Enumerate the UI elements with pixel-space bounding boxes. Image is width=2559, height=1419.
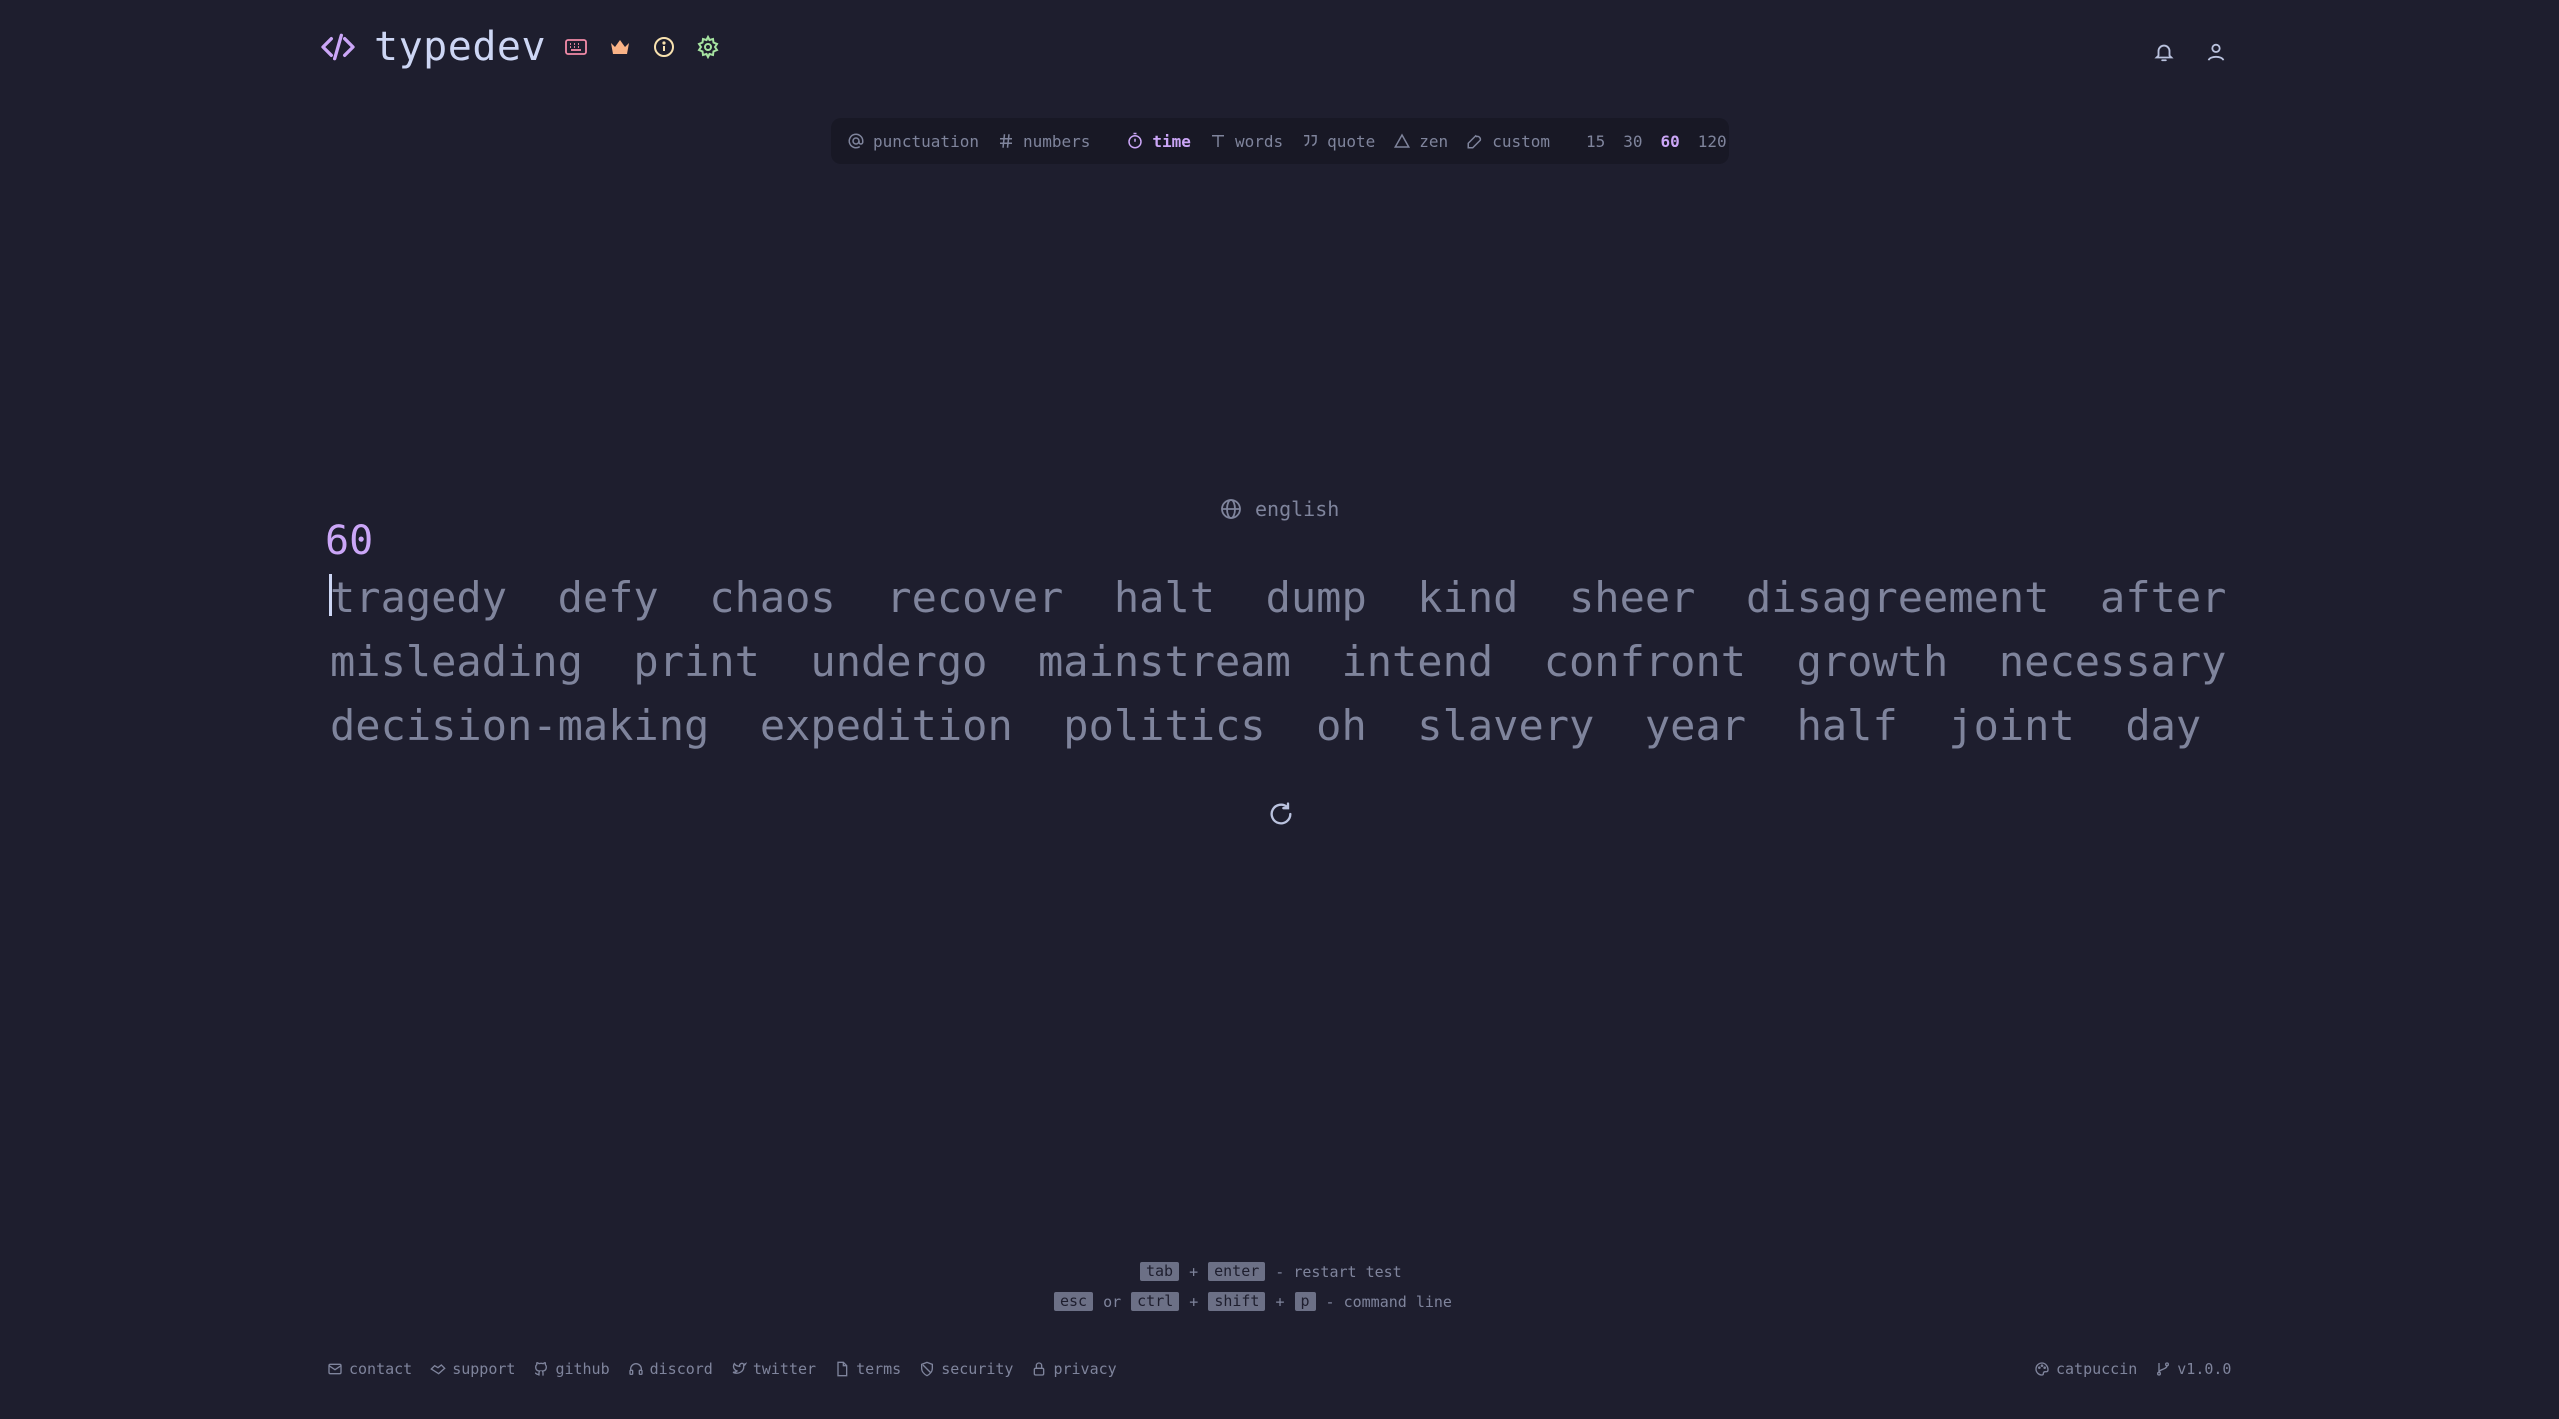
restart-hint-label: - restart test xyxy=(1275,1262,1402,1281)
footer-link-label: github xyxy=(555,1360,610,1378)
word-line: misleading print undergo mainstream inte… xyxy=(330,637,2227,686)
footer-security[interactable]: security xyxy=(919,1360,1013,1378)
mode-zen-label: zen xyxy=(1419,131,1449,151)
palette-icon xyxy=(2035,1362,2049,1376)
footer-link-label: twitter xyxy=(752,1360,817,1378)
quote-icon xyxy=(1304,135,1317,147)
numbers-label: numbers xyxy=(1022,131,1091,151)
footer-link-label: security xyxy=(941,1360,1014,1378)
duration-120[interactable]: 120 xyxy=(1698,132,1727,151)
mode-quote-label: quote xyxy=(1327,131,1376,151)
punctuation-toggle[interactable]: punctuation xyxy=(847,132,979,151)
mode-time-label: time xyxy=(1152,131,1191,151)
key-esc: esc xyxy=(1054,1292,1094,1311)
word-line: tragedy defy chaos recover halt dump kin… xyxy=(330,573,2227,622)
text-icon xyxy=(1211,135,1224,147)
footer-link-label: privacy xyxy=(1053,1360,1117,1378)
key-shift: shift xyxy=(1208,1292,1266,1311)
mode-custom[interactable]: custom xyxy=(1466,132,1550,151)
key-ctrl: ctrl xyxy=(1131,1292,1180,1311)
headset-icon xyxy=(628,1363,643,1375)
command-hint: esc or ctrl + shift + p - command line xyxy=(1054,1292,1452,1311)
duration-15[interactable]: 15 xyxy=(1586,132,1605,151)
mode-time[interactable]: time xyxy=(1126,132,1191,151)
command-hint-label: - command line xyxy=(1325,1292,1452,1311)
theme-label: catpuccin xyxy=(2056,1360,2138,1378)
language-label: english xyxy=(1255,497,1340,521)
key-tab: tab xyxy=(1140,1262,1180,1281)
footer-github[interactable]: github xyxy=(533,1360,610,1378)
footer-meta: catpuccin v1.0.0 xyxy=(2034,1360,2231,1378)
info-icon[interactable] xyxy=(650,33,678,61)
lock-icon xyxy=(1034,1362,1045,1376)
code-icon xyxy=(321,33,355,61)
restart-icon[interactable] xyxy=(1267,800,1295,828)
footer-link-label: terms xyxy=(856,1360,902,1378)
theme-button[interactable]: catpuccin xyxy=(2034,1360,2137,1378)
at-icon xyxy=(848,133,864,149)
header-actions xyxy=(2150,38,2559,66)
punctuation-label: punctuation xyxy=(873,131,979,151)
restart-hint: tab + enter - restart test xyxy=(1140,1262,1402,1281)
footer-support[interactable]: support xyxy=(430,1360,515,1378)
mode-zen[interactable]: zen xyxy=(1393,132,1448,151)
duration-30[interactable]: 30 xyxy=(1623,132,1642,151)
mode-custom-label: custom xyxy=(1492,131,1550,151)
footer-contact[interactable]: contact xyxy=(327,1360,412,1378)
word-line: decision-making expedition politics oh s… xyxy=(330,701,2202,750)
shield-icon xyxy=(921,1361,934,1377)
footer-link-label: discord xyxy=(649,1360,713,1378)
or-text: or xyxy=(1103,1292,1122,1311)
footer-terms[interactable]: terms xyxy=(834,1360,901,1378)
crown-icon[interactable] xyxy=(606,33,634,61)
globe-icon xyxy=(1221,499,1241,519)
triangle-icon xyxy=(1394,133,1411,148)
stopwatch-icon xyxy=(1128,132,1143,149)
footer-twitter[interactable]: twitter xyxy=(731,1360,816,1378)
footer-links: contact support github discord twitter t… xyxy=(327,1360,1117,1378)
timer: 60 xyxy=(325,518,374,564)
version-button[interactable]: v1.0.0 xyxy=(2155,1360,2231,1378)
mode-words-label: words xyxy=(1234,131,1284,151)
mode-words[interactable]: words xyxy=(1209,132,1283,151)
logo[interactable]: typedev xyxy=(318,24,722,70)
footer-privacy[interactable]: privacy xyxy=(1031,1360,1117,1378)
plus-text: + xyxy=(1275,1292,1285,1311)
caret xyxy=(329,574,332,616)
document-icon xyxy=(837,1361,848,1377)
github-icon xyxy=(535,1361,548,1376)
language-selector[interactable]: english xyxy=(1219,497,1339,521)
mode-quote[interactable]: quote xyxy=(1301,132,1375,151)
key-p: p xyxy=(1294,1292,1316,1311)
bell-icon[interactable] xyxy=(2150,38,2178,66)
user-icon[interactable] xyxy=(2202,38,2230,66)
footer-discord[interactable]: discord xyxy=(628,1360,713,1378)
footer-link-label: support xyxy=(452,1360,516,1378)
numbers-toggle[interactable]: numbers xyxy=(997,132,1090,151)
plus-text: + xyxy=(1189,1262,1199,1281)
mail-icon xyxy=(328,1363,342,1375)
key-enter: enter xyxy=(1208,1262,1266,1281)
keyboard-icon[interactable] xyxy=(562,33,590,61)
gear-icon[interactable] xyxy=(694,33,722,61)
app-title: typedev xyxy=(374,24,547,70)
hash-icon xyxy=(999,134,1012,148)
duration-60[interactable]: 60 xyxy=(1661,132,1680,151)
git-branch-icon xyxy=(2157,1362,2170,1376)
footer-link-label: contact xyxy=(349,1360,413,1378)
wrench-icon xyxy=(1467,134,1482,149)
twitter-icon xyxy=(732,1362,747,1374)
version-label: v1.0.0 xyxy=(2177,1360,2232,1378)
test-config-bar: punctuation numbers time words quote zen… xyxy=(831,118,1729,164)
words-area[interactable]: tragedy defy chaos recover halt dump kin… xyxy=(329,566,2430,758)
handshake-icon xyxy=(430,1364,446,1375)
plus-text: + xyxy=(1189,1292,1199,1311)
